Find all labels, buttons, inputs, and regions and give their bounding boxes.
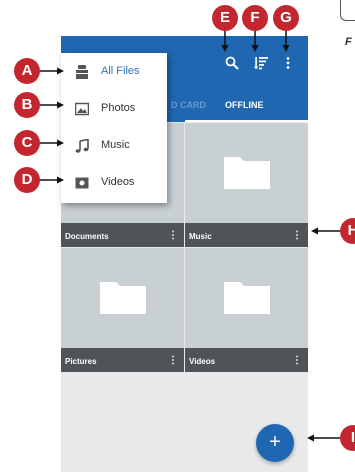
- callout-g: G: [273, 5, 299, 31]
- callout-f: F: [242, 5, 268, 31]
- callout-e: E: [212, 5, 238, 31]
- callout-b: B: [14, 92, 40, 118]
- callout-a: A: [14, 58, 40, 84]
- callout-d: D: [14, 167, 40, 193]
- callout-c: C: [14, 130, 40, 156]
- callout-arrows: [40, 31, 342, 442]
